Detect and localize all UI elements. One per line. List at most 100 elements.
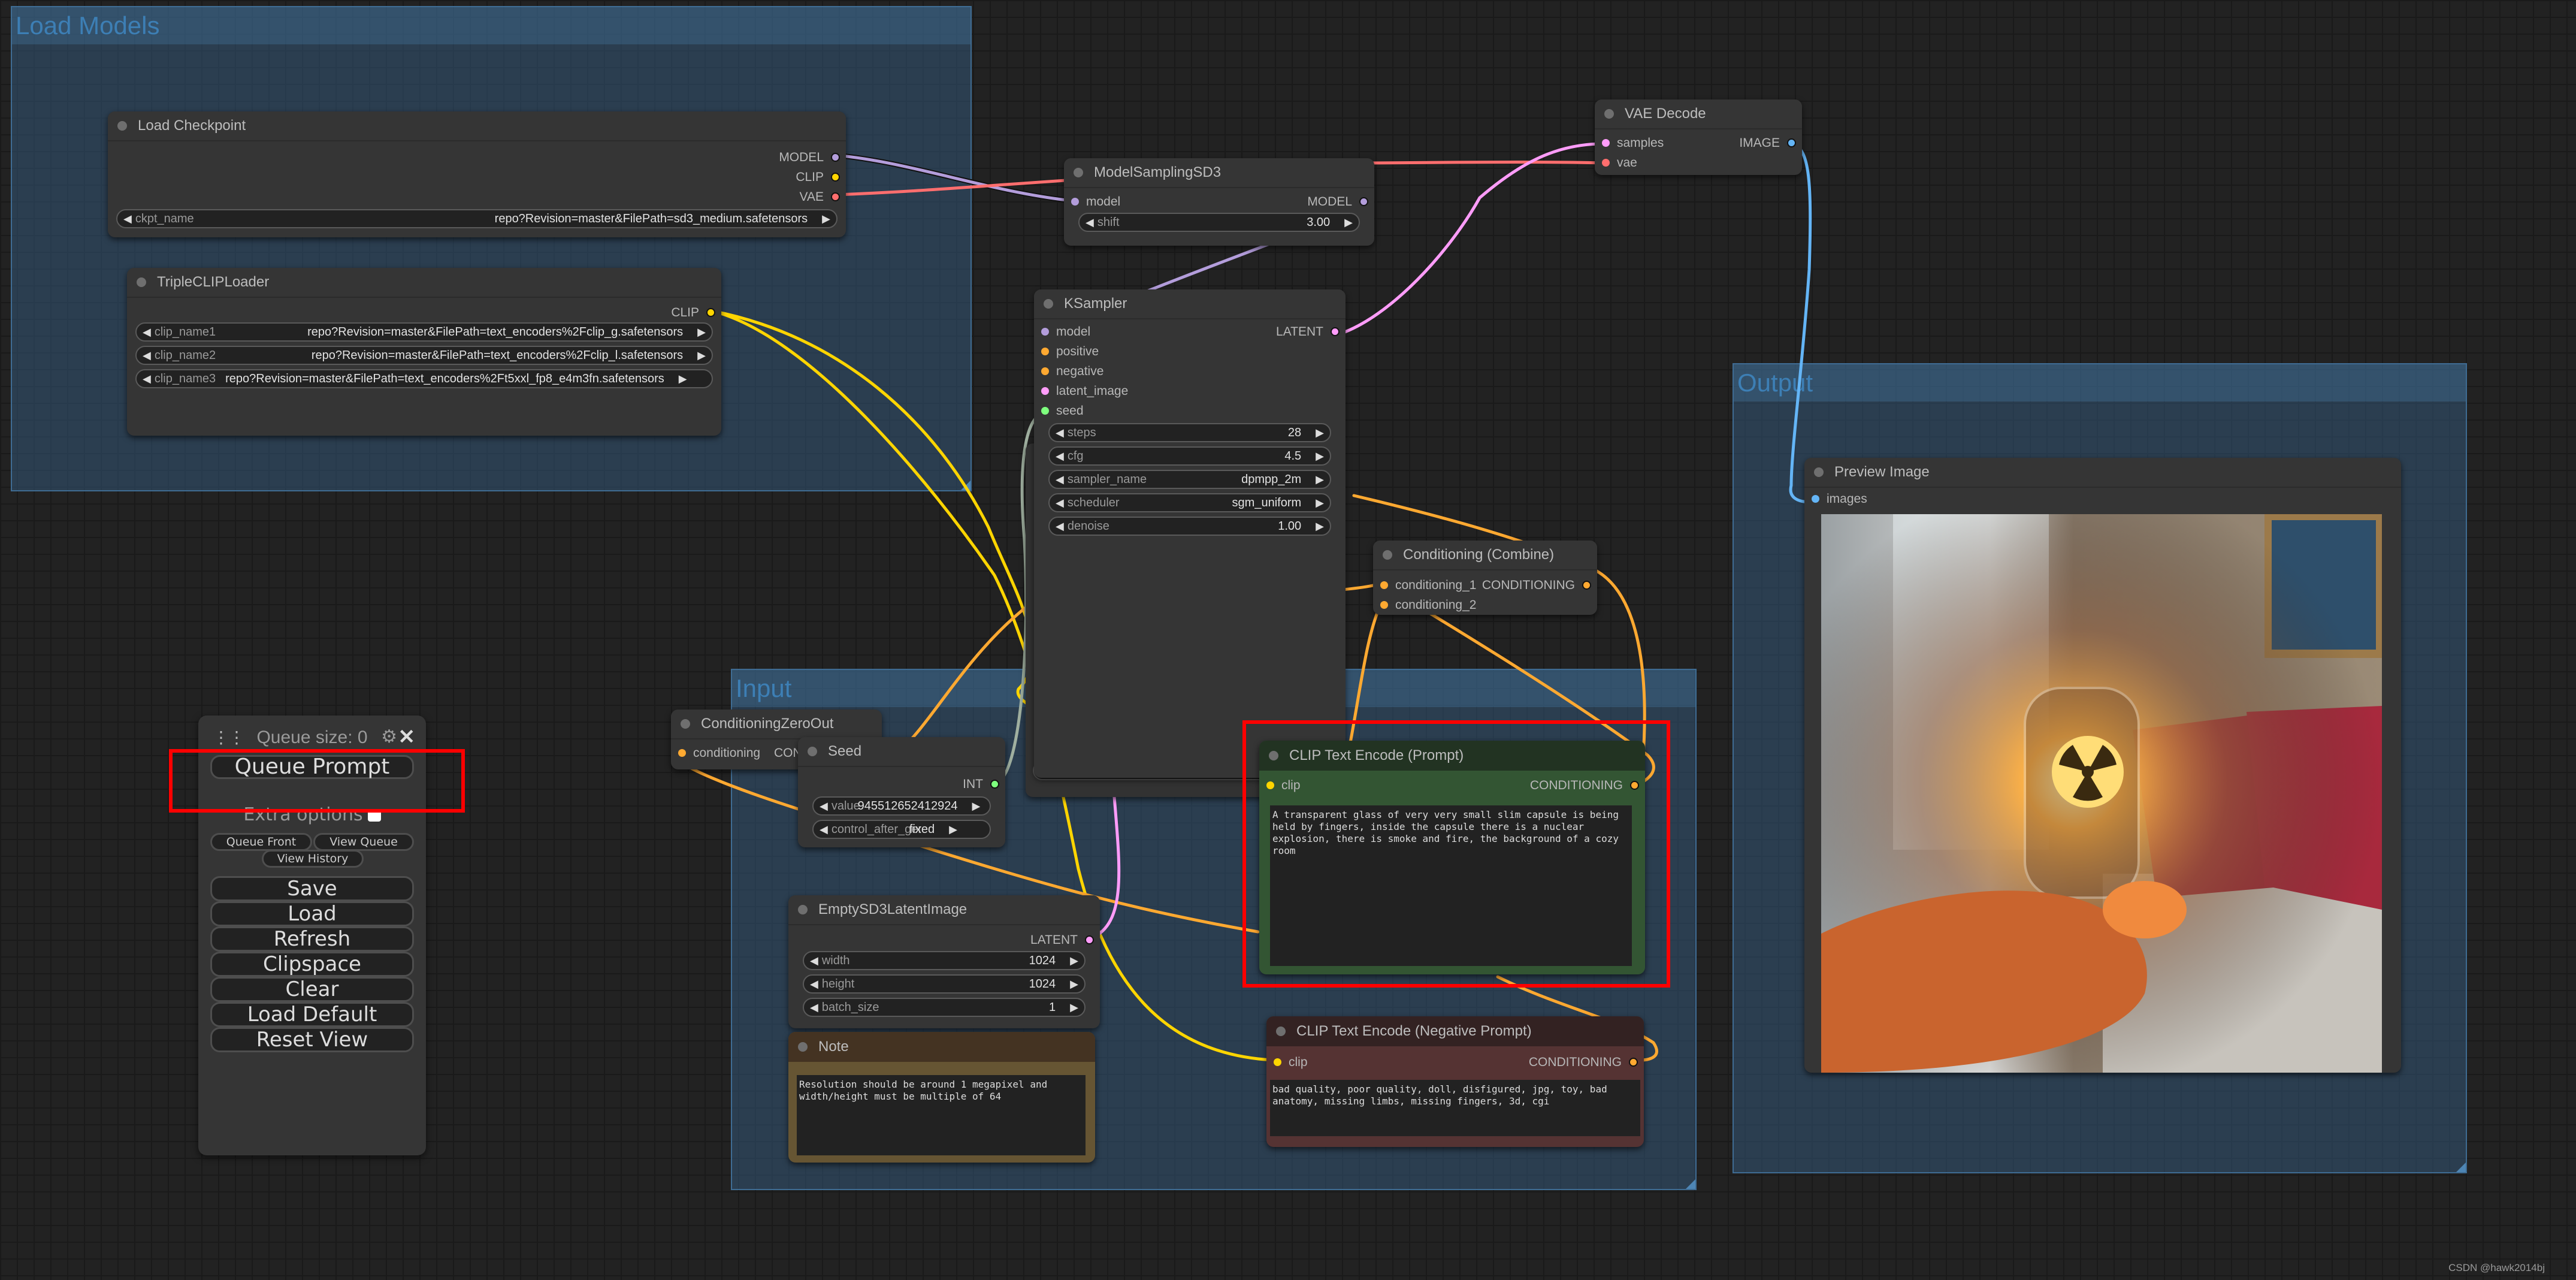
combo-control-after-generate[interactable]: ◀control_after_generatefixed ▶ <box>812 820 991 839</box>
arrow-left-icon[interactable]: ◀ <box>820 823 828 836</box>
arrow-right-icon[interactable]: ▶ <box>1070 955 1078 967</box>
pin-icon[interactable] <box>1629 1058 1638 1067</box>
arrow-left-icon[interactable]: ◀ <box>123 213 132 225</box>
combo-ckpt-name[interactable]: ◀ ckpt_name repo?Revision=master&FilePat… <box>116 209 837 228</box>
arrow-right-icon[interactable]: ▶ <box>1316 497 1324 509</box>
arrow-right-icon[interactable]: ▶ <box>679 373 687 385</box>
node-title[interactable]: Conditioning (Combine) <box>1373 541 1597 570</box>
node-conditioning-combine[interactable]: Conditioning (Combine) conditioning_1 CO… <box>1373 541 1597 615</box>
node-title[interactable]: TripleCLIPLoader <box>127 268 721 298</box>
arrow-left-icon[interactable]: ◀ <box>820 800 828 813</box>
pin-icon[interactable] <box>1602 139 1610 147</box>
arrow-right-icon[interactable]: ▶ <box>1316 473 1324 486</box>
pin-icon[interactable] <box>831 153 840 162</box>
view-history-button[interactable]: View History <box>262 850 364 868</box>
collapse-dot-icon[interactable] <box>681 719 690 729</box>
number-shift[interactable]: ◀ shift 3.00 ▶ <box>1078 213 1360 232</box>
output-slot-int[interactable]: INT <box>963 774 999 794</box>
collapse-dot-icon[interactable] <box>1044 299 1053 309</box>
input-slot-vae[interactable]: vae <box>1602 153 1637 173</box>
pin-icon[interactable] <box>1331 327 1340 336</box>
node-vae-decode[interactable]: VAE Decode samples IMAGE vae <box>1595 99 1802 175</box>
output-slot-model[interactable]: MODEL <box>779 147 840 167</box>
clear-button[interactable]: Clear <box>210 977 414 1002</box>
arrow-left-icon[interactable]: ◀ <box>143 349 151 362</box>
arrow-right-icon[interactable]: ▶ <box>1316 520 1324 533</box>
node-title[interactable]: KSampler <box>1034 289 1346 319</box>
node-clip-text-encode-negative[interactable]: CLIP Text Encode (Negative Prompt) clip … <box>1266 1016 1644 1147</box>
pin-icon[interactable] <box>1085 935 1094 944</box>
collapse-dot-icon[interactable] <box>798 905 808 914</box>
node-model-sampling-sd3[interactable]: ModelSamplingSD3 model MODEL ◀ shift 3.00 ▶ <box>1064 158 1374 246</box>
output-slot-clip[interactable]: CLIP <box>671 303 715 322</box>
collapse-dot-icon[interactable] <box>137 277 146 287</box>
collapse-dot-icon[interactable] <box>117 121 127 131</box>
arrow-right-icon[interactable]: ▶ <box>697 326 706 339</box>
arrow-left-icon[interactable]: ◀ <box>1056 473 1064 486</box>
save-button[interactable]: Save <box>210 876 414 901</box>
output-slot-conditioning[interactable]: CONDITIONING <box>1482 575 1591 595</box>
input-slot-seed[interactable]: seed <box>1041 401 1084 421</box>
group-resize-handle[interactable] <box>2456 1163 2466 1172</box>
pin-icon[interactable] <box>831 192 840 201</box>
arrow-left-icon[interactable]: ◀ <box>810 978 818 991</box>
input-slot-clip[interactable]: clip <box>1274 1052 1308 1072</box>
input-slot-negative[interactable]: negative <box>1041 361 1103 381</box>
pin-icon[interactable] <box>1359 197 1368 206</box>
arrow-left-icon[interactable]: ◀ <box>1056 427 1064 439</box>
pin-icon[interactable] <box>1787 138 1796 147</box>
pin-icon[interactable] <box>1602 159 1610 167</box>
arrow-right-icon[interactable]: ▶ <box>972 800 981 813</box>
node-title[interactable]: Seed <box>798 737 1005 767</box>
arrow-left-icon[interactable]: ◀ <box>1086 216 1094 229</box>
pin-icon[interactable] <box>706 308 715 317</box>
note-text[interactable]: Resolution should be around 1 megapixel … <box>797 1075 1086 1155</box>
node-title[interactable]: ModelSamplingSD3 <box>1064 158 1374 188</box>
collapse-dot-icon[interactable] <box>1814 467 1824 477</box>
node-title[interactable]: ConditioningZeroOut <box>671 710 882 739</box>
number-steps[interactable]: ◀ steps 28 ▶ <box>1048 423 1331 442</box>
pin-icon[interactable] <box>678 749 686 757</box>
arrow-right-icon[interactable]: ▶ <box>1316 427 1324 439</box>
pin-icon[interactable] <box>1041 387 1049 395</box>
arrow-right-icon[interactable]: ▶ <box>697 349 706 362</box>
input-slot-positive[interactable]: positive <box>1041 342 1099 361</box>
node-title[interactable]: EmptySD3LatentImage <box>788 895 1100 925</box>
gear-icon[interactable]: ⚙ <box>381 726 397 747</box>
arrow-left-icon[interactable]: ◀ <box>810 1001 818 1014</box>
arrow-right-icon[interactable]: ▶ <box>1070 978 1078 991</box>
node-empty-sd3-latent-image[interactable]: EmptySD3LatentImage LATENT ◀ width 1024 ▶ ◀… <box>788 895 1100 1028</box>
input-slot-conditioning-2[interactable]: conditioning_2 <box>1380 595 1476 615</box>
arrow-left-icon[interactable]: ◀ <box>1056 520 1064 533</box>
number-cfg[interactable]: ◀ cfg 4.5 ▶ <box>1048 446 1331 466</box>
node-note[interactable]: Note Resolution should be around 1 megap… <box>788 1032 1095 1163</box>
group-resize-handle[interactable] <box>961 481 970 490</box>
input-slot-images[interactable]: images <box>1812 489 1867 509</box>
arrow-right-icon[interactable]: ▶ <box>822 213 830 225</box>
input-slot-latent-image[interactable]: latent_image <box>1041 381 1128 401</box>
arrow-left-icon[interactable]: ◀ <box>1056 497 1064 509</box>
collapse-dot-icon[interactable] <box>1074 168 1083 177</box>
node-preview-image[interactable]: Preview Image images <box>1804 458 2401 1073</box>
node-triple-clip-loader[interactable]: TripleCLIPLoader CLIP ◀ clip_name1 repo?Re… <box>127 268 721 436</box>
arrow-left-icon[interactable]: ◀ <box>1056 450 1064 463</box>
view-queue-button[interactable]: View Queue <box>313 833 414 851</box>
node-seed[interactable]: Seed INT ◀ value 945512652412924 ▶ ◀ control… <box>798 737 1005 847</box>
clipspace-button[interactable]: Clipspace <box>210 952 414 977</box>
input-slot-conditioning[interactable]: conditioning <box>678 743 760 763</box>
output-slot-model[interactable]: MODEL <box>1307 192 1368 212</box>
arrow-left-icon[interactable]: ◀ <box>143 326 151 339</box>
collapse-dot-icon[interactable] <box>808 747 817 756</box>
number-denoise[interactable]: ◀ denoise 1.00 ▶ <box>1048 517 1331 536</box>
arrow-left-icon[interactable]: ◀ <box>143 373 151 385</box>
output-slot-image[interactable]: IMAGE <box>1739 133 1796 153</box>
number-width[interactable]: ◀ width 1024 ▶ <box>803 951 1086 970</box>
negative-prompt-textarea[interactable]: bad quality, poor quality, doll, disfigu… <box>1270 1080 1640 1136</box>
output-slot-latent[interactable]: LATENT <box>1030 930 1094 950</box>
combo-clip-name2[interactable]: ◀ clip_name2 repo?Revision=master&FilePath… <box>135 346 713 365</box>
node-ksampler[interactable]: KSampler model LATENT positive negative … <box>1034 289 1346 778</box>
load-button[interactable]: Load <box>210 901 414 926</box>
input-slot-conditioning-1[interactable]: conditioning_1 <box>1380 575 1476 595</box>
arrow-right-icon[interactable]: ▶ <box>1070 1001 1078 1014</box>
output-slot-clip[interactable]: CLIP <box>796 167 840 187</box>
